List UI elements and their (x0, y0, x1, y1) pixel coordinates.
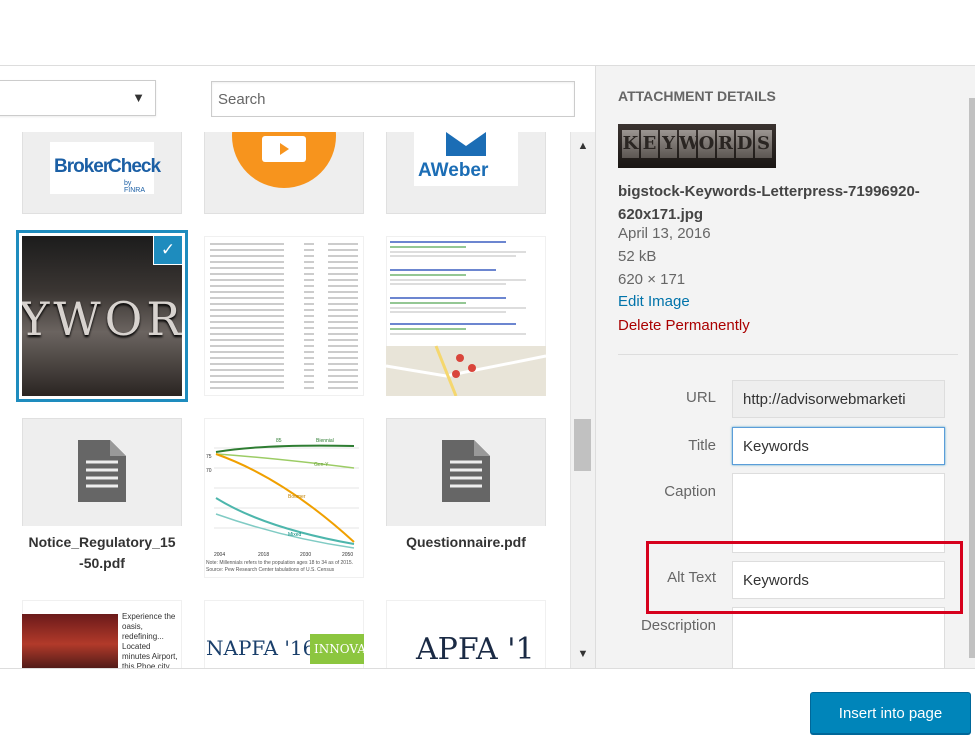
attachment-search-results[interactable] (386, 236, 546, 396)
description-field[interactable] (732, 607, 945, 668)
hotel-photo (22, 614, 118, 668)
attachment-orange-icon[interactable] (204, 132, 364, 214)
svg-text:70: 70 (206, 468, 212, 474)
aweber-logo: AWeber (414, 132, 518, 186)
document-icon (78, 440, 126, 502)
search-input[interactable] (211, 81, 575, 117)
modal-header (0, 0, 975, 66)
document-icon (442, 440, 490, 502)
title-field[interactable] (732, 427, 945, 465)
scroll-up-arrow-icon[interactable]: ▲ (571, 134, 595, 158)
filename-label: Questionnaire.pdf (386, 526, 546, 578)
attachment-filename: bigstock-Keywords-Letterpress-71996920-6… (618, 183, 920, 223)
chevron-down-icon: ▼ (132, 90, 145, 105)
url-field[interactable] (732, 380, 945, 418)
attachment-date: April 13, 2016 (618, 225, 711, 242)
filename-label: Notice_Regulatory_15-50.pdf (22, 526, 182, 578)
checkmark-icon[interactable]: ✓ (154, 236, 182, 264)
svg-text:Boomer: Boomer (288, 494, 306, 500)
modal-footer: Insert into page (0, 668, 975, 751)
attachment-table-image[interactable] (204, 236, 364, 396)
attachment-apfa[interactable]: APFA '1 (386, 600, 546, 668)
scroll-down-arrow-icon[interactable]: ▼ (571, 642, 595, 666)
svg-text:75: 75 (206, 454, 212, 460)
description-label: Description (640, 617, 716, 634)
orange-circle-icon (232, 132, 336, 188)
attachment-notice-regulatory[interactable]: Notice_Regulatory_15-50.pdf (22, 418, 182, 578)
attachment-napfa[interactable]: NAPFA '16 INNOVATI (204, 600, 364, 668)
scrollbar-thumb[interactable] (574, 419, 591, 471)
url-label: URL (685, 389, 716, 406)
svg-text:Biennial: Biennial (316, 438, 334, 444)
divider (618, 354, 958, 355)
brokercheck-logo: Broker Check by FINRA (50, 142, 161, 194)
sidebar-scrollbar[interactable] (969, 98, 975, 658)
caption-label: Caption (664, 483, 716, 500)
svg-text:2030: 2030 (300, 552, 311, 558)
attachment-dimensions: 620 × 171 (618, 271, 686, 288)
table-lines (210, 240, 358, 392)
line-chart-preview: 75 70 85 Biennial Gen-Y Boomer Mixed 200… (206, 438, 359, 558)
attachment-keywords[interactable]: YWOR ✓ (22, 236, 182, 396)
attachment-questionnaire[interactable]: Questionnaire.pdf (386, 418, 546, 578)
play-icon (262, 136, 306, 162)
edit-image-link[interactable]: Edit Image (618, 293, 690, 310)
svg-text:2004: 2004 (214, 552, 225, 558)
search-results-preview (386, 241, 546, 396)
attachment-chart-image[interactable]: 75 70 85 Biennial Gen-Y Boomer Mixed 200… (204, 418, 364, 578)
attachment-hotel-ad[interactable]: Experience the oasis, redefining... Loca… (22, 600, 182, 668)
details-heading: Attachment Details (618, 88, 776, 104)
media-filter-select[interactable]: ▼ (0, 80, 156, 116)
svg-text:Gen-Y: Gen-Y (314, 462, 329, 468)
svg-text:2018: 2018 (258, 552, 269, 558)
svg-text:85: 85 (276, 438, 282, 444)
envelope-icon (446, 132, 486, 156)
keywords-letters: YWOR (22, 292, 182, 346)
svg-text:Mixed: Mixed (288, 532, 302, 538)
alt-text-highlight (646, 541, 963, 614)
insert-into-page-button[interactable]: Insert into page (810, 692, 971, 734)
attachments-grid: Broker Check by FINRA AWeber YWOR ✓ Noti… (0, 132, 570, 668)
attachment-thumbnail: KEYWORDS (618, 124, 776, 168)
attachment-aweber[interactable]: AWeber (386, 132, 546, 214)
svg-text:2050: 2050 (342, 552, 353, 558)
attachment-size: 52 kB (618, 248, 657, 265)
delete-permanently-link[interactable]: Delete Permanently (618, 317, 750, 334)
title-label: Title (688, 437, 716, 454)
attachment-brokercheck[interactable]: Broker Check by FINRA (22, 132, 182, 214)
grid-scrollbar[interactable]: ▲ ▼ (570, 132, 595, 668)
